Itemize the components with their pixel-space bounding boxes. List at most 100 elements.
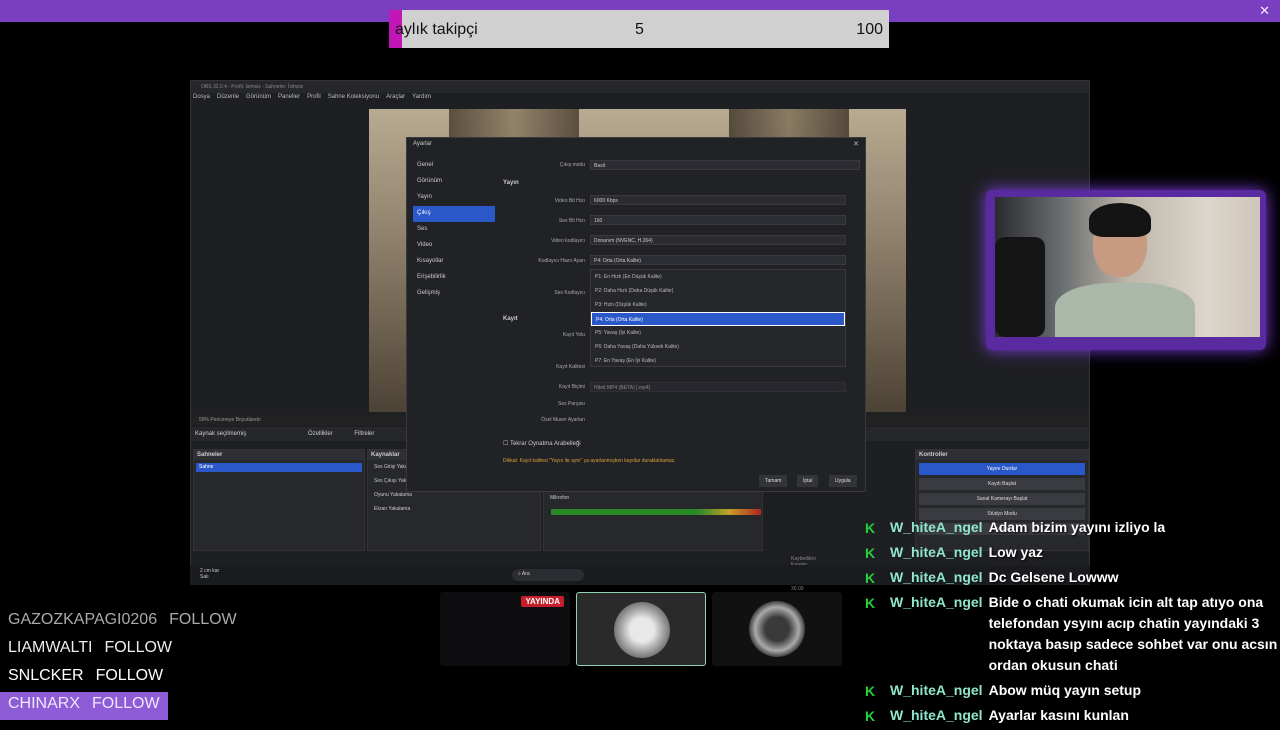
chat-overlay: K W_hiteA_ngel Adam bizim yayını izliyo la… [860,517,1280,730]
follower-goal-bar: aylık takipçi 5 100 [389,10,889,48]
scenes-dock: Sahneler Sahne [193,449,365,551]
menu-item[interactable]: Görünüm [246,94,271,100]
scene-item-selected[interactable]: Sahne [196,463,362,472]
chat-message: K W_hiteA_ngel Low yaz [860,542,1280,563]
source-filters-button[interactable]: Filtreler [354,431,374,437]
menu-item[interactable]: Yardım [412,94,431,100]
menu-item[interactable]: Araçlar [386,94,405,100]
follow-row: SNLCKER FOLLOW [0,664,171,692]
audio-encoder-label: Ses Kodlayıcı [554,290,585,296]
close-icon[interactable]: ✕ [1259,3,1270,19]
chat-username[interactable]: W_hiteA_ngel [890,705,983,726]
controls-header: Kontroller [916,450,1088,460]
chat-username[interactable]: W_hiteA_ngel [890,517,983,538]
preset-option[interactable]: P5: Yavaş (İyi Kalite) [591,326,845,340]
preset-option[interactable]: P1: En Hızlı (En Düşük Kalite) [591,270,845,284]
obs-title: OBS 32.0.4 - Profil: İsimsiz - Sahneler:… [191,81,1089,93]
follower-name: SNLCKER [8,667,84,684]
stream-section-title: Yayın [503,180,519,186]
preset-option[interactable]: P4: Orta (Orta Kalite) [591,312,845,326]
chat-username[interactable]: W_hiteA_ngel [890,680,983,701]
settings-warning: Dikkat: Kayıt kalitesi "Yayın ile aynı" … [503,458,676,464]
settings-nav-item[interactable]: Erişebilirlik [413,270,495,286]
video-encoder-select[interactable]: Donanım (NVENC, H.264) [590,235,846,245]
output-mode-select[interactable]: Basit [590,160,860,170]
preset-option[interactable]: P7: En Yavaş (En İyi Kalite) [591,354,845,368]
follow-action: FOLLOW [92,695,160,712]
start-virtual-camera-button[interactable]: Sanal Kamerayı Başlat [919,493,1085,505]
mixer-label: Mikrofon [550,495,570,501]
encoder-preset-select[interactable]: P4: Orta (Orta Kalite) [590,255,846,265]
follow-action: FOLLOW [95,667,164,684]
settings-nav-item[interactable]: Video [413,238,495,254]
record-format-select[interactable]: Hibrit MP4 (BETA) [.mp4] [590,382,846,392]
live-badge: YAYINDA [521,596,564,607]
goal-label: aylık takipçi [395,21,478,38]
follower-name: GAZOZKAPAGI0206 [8,611,158,628]
source-properties-button[interactable]: Özellikler [308,431,333,437]
thumbnail-emblem[interactable] [712,592,842,666]
chat-message: K W_hiteA_ngel Dc Gelsene Lowww [860,567,1280,588]
menu-item[interactable]: Profil [307,94,321,100]
settings-nav: Genel Görünüm Yayın Çıkış Ses Video Kısayollar… [413,158,495,302]
weather-widget[interactable]: 2 cm kar Salı [200,568,219,580]
kick-badge-icon: K [865,545,876,561]
stop-stream-button[interactable]: Yayını Durdur [919,463,1085,475]
source-item[interactable]: Ekran Yakalama [368,502,540,516]
audio-bitrate-select[interactable]: 160 [590,215,846,225]
audio-level-meter [551,509,761,515]
ok-button[interactable]: Tamam [759,475,788,487]
replay-buffer-checkbox[interactable]: ☐ Tekrar Oynatma Arabelleği [503,440,581,447]
thumbnail-live[interactable]: YAYINDA [440,592,570,666]
menu-item[interactable]: Düzenle [217,94,239,100]
settings-nav-item[interactable]: Çıkış [413,206,495,222]
menu-item[interactable]: Sahne Koleksiyonu [328,94,379,100]
no-source-label: Kaynak seçilmemiş [195,431,247,437]
preset-option[interactable]: P2: Daha Hızlı (Daha Düşük Kalite) [591,284,845,298]
chat-username[interactable]: W_hiteA_ngel [890,542,983,563]
record-section-title: Kayıt [503,316,518,322]
cancel-button[interactable]: İptal [797,475,819,487]
settings-title: Ayarlar [413,141,432,147]
muxer-settings-label: Özel Muxer Ayarları [541,417,585,423]
video-bitrate-input[interactable]: 6000 Kbps [590,195,846,205]
chat-text: Adam bizim yayını izliyo la [988,519,1166,535]
video-bitrate-label: Video Bit Hızı [554,198,585,204]
start-recording-button[interactable]: Kaydı Başlat [919,478,1085,490]
preset-option[interactable]: P3: Hızlı (Düşük Kalite) [591,298,845,312]
settings-nav-item[interactable]: Gelişmiş [413,286,495,302]
follow-row: CHINARX FOLLOW [0,692,168,720]
kick-badge-icon: K [865,520,876,536]
settings-nav-item[interactable]: Görünüm [413,174,495,190]
streamer-hair [1089,203,1151,237]
follow-row: GAZOZKAPAGI0206 FOLLOW [0,608,245,636]
follower-name: LIAMWALTI [8,639,93,656]
chat-username[interactable]: W_hiteA_ngel [890,592,983,676]
stream-thumbnails: YAYINDA [440,592,842,666]
chat-message: K W_hiteA_ngel Bide o chati okumak icin al… [860,592,1280,676]
settings-dialog: Ayarlar ✕ Genel Görünüm Yayın Çıkış Ses Video… [406,137,866,492]
kick-badge-icon: K [865,683,876,699]
search-placeholder: Ara [521,571,530,577]
settings-close-icon[interactable]: ✕ [853,140,859,148]
record-format-label: Kayıt Biçimi [558,384,585,390]
thumbnail-avatar[interactable] [576,592,706,666]
preset-option[interactable]: P6: Daha Yavaş (Daha Yüksek Kalite) [591,340,845,354]
gaming-chair [995,237,1045,337]
record-quality-label: Kayıt Kalitesi [556,364,585,370]
chat-text: Ayarlar kasını kunlan [988,707,1129,723]
settings-nav-item[interactable]: Genel [413,158,495,174]
follow-row: LIAMWALTI FOLLOW [0,636,180,664]
settings-nav-item[interactable]: Kısayollar [413,254,495,270]
apply-button[interactable]: Uygula [829,475,857,487]
follow-action: FOLLOW [104,639,173,656]
menu-item[interactable]: Paneller [278,94,300,100]
settings-nav-item[interactable]: Ses [413,222,495,238]
scenes-header: Sahneler [194,450,364,460]
replay-buffer-label: Tekrar Oynatma Arabelleği [509,441,581,447]
settings-nav-item[interactable]: Yayın [413,190,495,206]
taskbar-search[interactable]: ⌕ Ara [512,569,584,581]
chat-username[interactable]: W_hiteA_ngel [890,567,983,588]
kick-badge-icon: K [865,708,876,724]
menu-item[interactable]: Dosya [193,94,210,100]
